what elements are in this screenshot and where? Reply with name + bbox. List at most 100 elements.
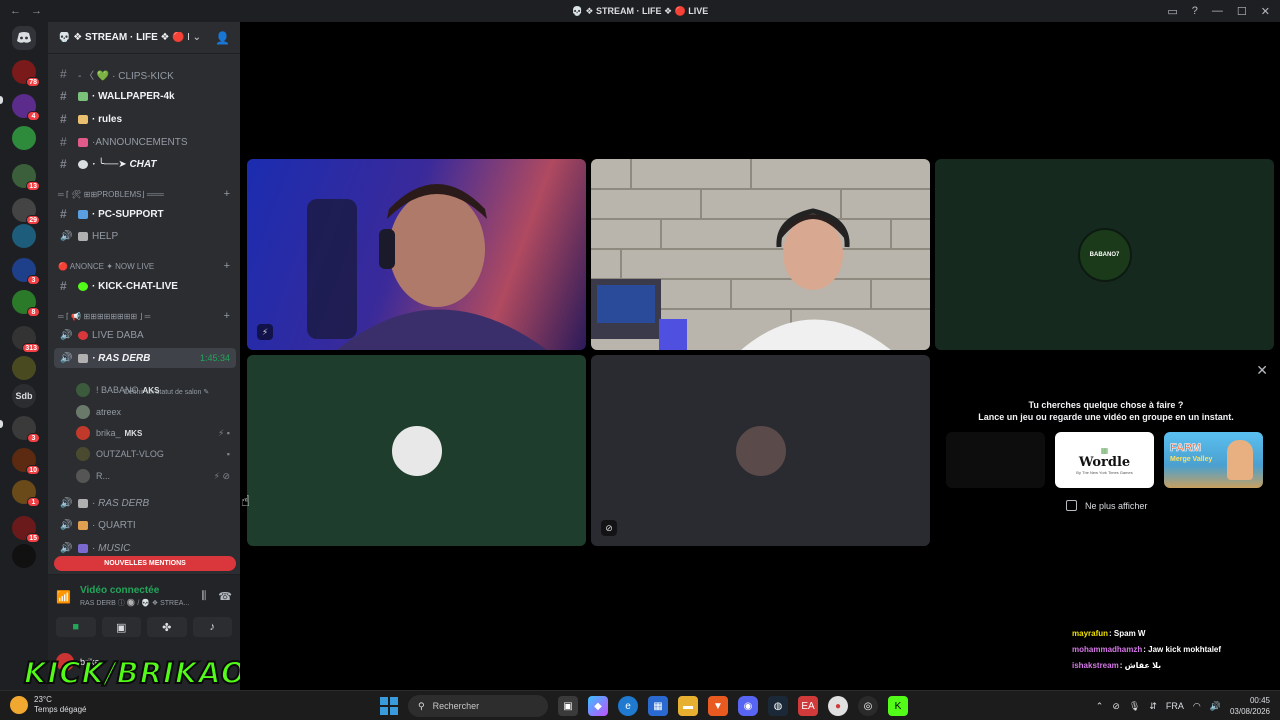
chrome-icon[interactable]: ● — [828, 696, 848, 716]
server-icon-fox[interactable]: 78 — [12, 60, 40, 87]
voice-user-atreex[interactable]: atreex — [76, 402, 236, 422]
server-icon-star[interactable]: 3 — [12, 258, 40, 285]
server-icon-bars[interactable]: 29 — [12, 198, 40, 225]
server-icon-fire[interactable]: 10 — [12, 448, 40, 475]
plus-icon[interactable]: + — [224, 260, 230, 272]
forward-arrow-icon[interactable]: → — [31, 5, 42, 17]
channel-music[interactable]: 🔊 · MUSIC — [54, 538, 236, 558]
server-badge: 8 — [27, 307, 40, 317]
network-off-icon[interactable]: ⊘ — [1112, 701, 1120, 712]
back-arrow-icon[interactable]: ← — [10, 5, 21, 17]
disconnect-icon[interactable]: ☎ — [218, 590, 232, 603]
channel-chat[interactable]: # · ╰──➤ CHAT — [54, 154, 236, 174]
video-tile-2[interactable] — [591, 159, 930, 350]
channel-help[interactable]: 🔊 HELP — [54, 226, 236, 246]
guild-header[interactable]: 💀 ❖ STREAM · LIFE ❖ 🔴 L... ⌄ 👤 — [48, 22, 240, 54]
voice-user-outzalt[interactable]: OUTZALT-VLOG ▪ — [76, 444, 236, 464]
voice-user-babano[interactable]: ! BABANO AKS — [76, 380, 236, 400]
channel-kick-chat-live[interactable]: # · KICK-CHAT-LIVE — [54, 276, 236, 296]
discord-taskbar-icon[interactable]: ◉ — [738, 696, 758, 716]
activity-card-farm[interactable]: FARM Merge Valley — [1164, 432, 1263, 488]
wifi-icon[interactable]: ◠ — [1193, 701, 1201, 712]
category-problems[interactable]: ═ ⌈ 🛠 ⊞⊞PROBLEMS⌋ ═══ + — [54, 186, 236, 202]
video-tile-1[interactable]: ⚡ — [247, 159, 586, 350]
server-icon-skull[interactable]: 3 — [12, 416, 40, 443]
noise-suppression-icon[interactable]: ⫼ — [201, 590, 206, 603]
channel-ras-derb-2[interactable]: 🔊 · RAS DERB — [54, 493, 236, 513]
server-icon-k[interactable]: 4 — [12, 94, 40, 121]
inbox-icon[interactable]: ▭ — [1167, 5, 1177, 18]
server-icon-crown[interactable]: 1 — [12, 480, 40, 507]
server-icon-dark[interactable] — [12, 544, 36, 568]
help-icon[interactable]: ? — [1192, 5, 1198, 17]
weather-widget[interactable]: 23°C Temps dégagé — [10, 695, 86, 715]
voice-user-r[interactable]: R... ⚡ ⊘ — [76, 466, 236, 486]
invite-member-icon[interactable]: 👤 — [215, 31, 230, 45]
activity-card-wordle[interactable]: ▦ Wordle By The New York Times Games — [1055, 432, 1154, 488]
checkbox[interactable] — [1066, 500, 1077, 511]
server-icon-stream[interactable]: 13 — [12, 164, 40, 191]
dont-show-again[interactable]: Ne plus afficher — [1066, 500, 1147, 511]
kick-app-icon[interactable]: K — [888, 696, 908, 716]
activity-card-blank[interactable] — [946, 432, 1045, 488]
lang-indicator[interactable]: FRA — [1166, 701, 1184, 711]
channel-announcements[interactable]: # ·ANNOUNCEMENTS — [54, 132, 236, 152]
plus-icon[interactable]: + — [224, 310, 230, 322]
microphone-icon[interactable]: 🎙 — [1129, 701, 1140, 712]
usb-icon[interactable]: ⇵ — [1149, 701, 1157, 712]
channel-pc-support[interactable]: # · PC-SUPPORT — [54, 204, 236, 224]
channel-rules[interactable]: # · rules — [54, 109, 236, 129]
server-badge: 4 — [27, 111, 40, 121]
category-anonce[interactable]: 🔴 ANONCE ✦ NOW LIVE + — [54, 258, 236, 274]
task-view-icon[interactable]: ▣ — [558, 696, 578, 716]
voice-status-label[interactable]: Vidéo connectée — [80, 585, 189, 596]
channel-clips-kick[interactable]: # - 〈 💚 · CLIPS-KICK — [54, 64, 236, 84]
server-icon-red[interactable]: 15 — [12, 516, 40, 543]
close-button[interactable]: ✕ — [1261, 5, 1270, 18]
copilot-icon[interactable]: ◆ — [588, 696, 608, 716]
server-icon-shield[interactable] — [12, 224, 36, 248]
soundboard-button[interactable]: ♪ — [192, 617, 232, 637]
windows-start-icon[interactable] — [380, 697, 398, 715]
edge-icon[interactable]: e — [618, 696, 638, 716]
channel-quarti[interactable]: 🔊 · QUARTI — [54, 515, 236, 535]
clock[interactable]: 00:45 03/08/2026 — [1230, 695, 1270, 717]
tray-chevron-icon[interactable]: ⌃ — [1096, 701, 1104, 712]
camera-button[interactable]: ■ — [56, 617, 96, 637]
maximize-button[interactable]: ☐ — [1237, 5, 1247, 18]
minimize-button[interactable]: — — [1212, 5, 1223, 17]
voice-user-brika[interactable]: brika_ MKS ⚡ ▪ — [76, 423, 236, 443]
obs-icon[interactable]: ◎ — [858, 696, 878, 716]
file-explorer-icon[interactable]: ▬ — [678, 696, 698, 716]
activities-button[interactable]: ✤ — [147, 617, 187, 637]
plus-icon[interactable]: + — [224, 188, 230, 200]
server-icon-kick-stream[interactable]: 8 — [12, 290, 40, 317]
avatar-tile-outzalt[interactable]: ⊘ — [591, 355, 930, 546]
steam-icon[interactable]: ◍ — [768, 696, 788, 716]
channel-wallpaper[interactable]: # · WALLPAPER-4k — [54, 86, 236, 106]
close-icon[interactable]: ✕ — [1256, 362, 1268, 379]
server-icon-outzalt[interactable] — [12, 356, 36, 380]
voice-location[interactable]: RAS DERB ⓘ 🔘 / 💀 ❖ STREA... — [80, 598, 189, 608]
taskbar-search[interactable]: ⚲ Rechercher — [408, 695, 548, 717]
new-mentions-pill[interactable]: NOUVELLES MENTIONS — [54, 556, 236, 571]
category-voice[interactable]: ═ ⌈ 📢 ⊞⊞⊞⊞⊞⊞⊞⊞ ⌋ ═ + — [54, 308, 236, 324]
channel-ras-derb-active[interactable]: 🔊 · RAS DERB 1:45:34 — [54, 348, 236, 368]
server-icon-sdb[interactable]: Sdb — [12, 384, 36, 408]
discord-home-icon[interactable] — [12, 26, 36, 50]
volume-icon[interactable]: 🔊 — [1210, 701, 1221, 712]
ea-icon[interactable]: EA — [798, 696, 818, 716]
store-icon[interactable]: ▦ — [648, 696, 668, 716]
brave-icon[interactable]: ▼ — [708, 696, 728, 716]
avatar-tile-atreex[interactable] — [247, 355, 586, 546]
voice-user-name: R... — [96, 471, 111, 481]
server-icon-green[interactable] — [12, 126, 36, 150]
avatar-tile-babano[interactable]: BABANO7 — [935, 159, 1274, 350]
clan-tag: AKS — [142, 385, 160, 395]
wallpaper-emoji-icon — [78, 91, 88, 101]
screen-share-button[interactable]: ▣ — [101, 617, 141, 637]
signal-icon[interactable]: 📶 — [56, 590, 80, 604]
server-icon-313[interactable]: 313 — [12, 326, 40, 353]
channel-live-daba[interactable]: 🔊 LIVE DABA — [54, 325, 236, 345]
hand-cursor-icon: ☝ — [241, 493, 251, 510]
